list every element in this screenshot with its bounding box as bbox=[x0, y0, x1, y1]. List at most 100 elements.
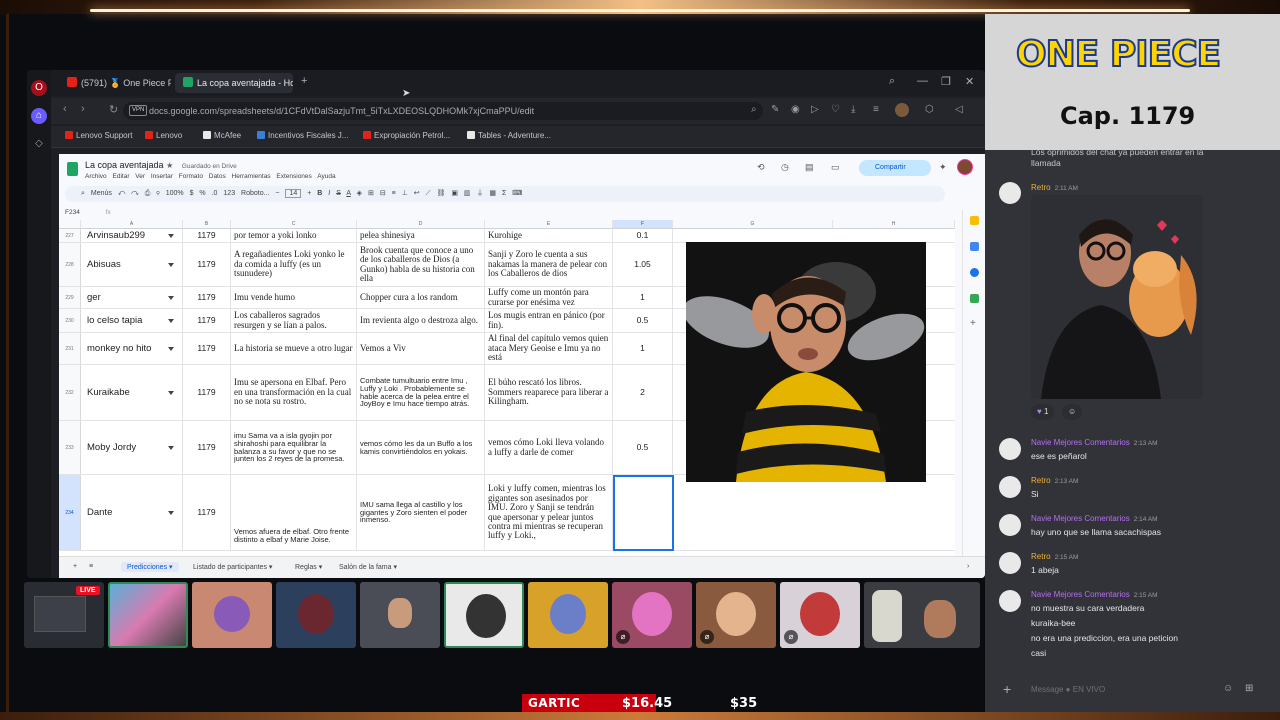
chat-username[interactable]: Retro 2:15 AM bbox=[1031, 552, 1078, 561]
menu-formato[interactable]: Formato bbox=[179, 173, 203, 180]
score-cell[interactable]: 0.5 bbox=[613, 421, 673, 474]
chat-username[interactable]: Navie Mejores Comentarios 2:15 AM bbox=[1031, 590, 1158, 599]
add-sheet-icon[interactable]: + bbox=[73, 563, 77, 570]
column-header[interactable]: C bbox=[231, 220, 357, 229]
tasks-icon[interactable] bbox=[970, 242, 979, 251]
comment-icon[interactable]: ▤ bbox=[805, 162, 814, 173]
prediction-cell[interactable]: pelea shinesiya bbox=[357, 229, 485, 242]
chapter-cell[interactable]: 1179 bbox=[183, 243, 231, 286]
back-icon[interactable]: ‹ bbox=[63, 103, 67, 115]
selected-cell[interactable] bbox=[613, 475, 674, 551]
row-number[interactable]: 228 bbox=[59, 243, 81, 286]
avatar[interactable] bbox=[999, 590, 1021, 612]
text-color-icon[interactable]: A bbox=[346, 190, 350, 197]
forward-icon[interactable]: › bbox=[81, 103, 85, 115]
sheet-tab-predicciones[interactable]: Predicciones ▾ bbox=[121, 562, 179, 572]
sheet-tab-reglas[interactable]: Reglas ▾ bbox=[295, 563, 322, 571]
column-header[interactable]: E bbox=[485, 220, 613, 229]
zoom-select[interactable]: 100% bbox=[166, 190, 184, 197]
prediction-cell[interactable]: Im revienta algo o destroza algo. bbox=[357, 309, 485, 332]
sheets-logo-icon[interactable] bbox=[67, 162, 78, 176]
bookmark-item[interactable]: Expropiación Petrol... bbox=[363, 131, 450, 140]
functions-icon[interactable]: Σ bbox=[502, 190, 506, 197]
opera-logo-icon[interactable]: O bbox=[31, 80, 47, 96]
keep-icon[interactable] bbox=[970, 216, 979, 225]
new-tab-button[interactable]: + bbox=[301, 75, 307, 87]
menu-herramientas[interactable]: Herramientas bbox=[232, 173, 271, 180]
scroll-right-icon[interactable]: › bbox=[967, 563, 969, 570]
fill-color-icon[interactable]: ◈ bbox=[357, 190, 362, 197]
ai-icon[interactable]: ◁ bbox=[955, 104, 963, 115]
prediction-cell[interactable]: por temor a yoki lonko bbox=[231, 229, 357, 242]
chat-username[interactable]: Retro 2:13 AM bbox=[1031, 476, 1078, 485]
bookmark-item[interactable]: Lenovo bbox=[145, 131, 182, 140]
tab-sheets[interactable]: La copa aventajada - Hoj… bbox=[175, 73, 293, 93]
score-cell[interactable]: 1.05 bbox=[613, 243, 673, 286]
chapter-cell[interactable]: 1179 bbox=[183, 229, 231, 242]
dropdown-icon[interactable] bbox=[168, 390, 174, 395]
column-header[interactable]: B bbox=[183, 220, 231, 229]
chapter-cell[interactable]: 1179 bbox=[183, 309, 231, 332]
row-number[interactable]: 227 bbox=[59, 229, 81, 242]
play-icon[interactable]: ▷ bbox=[811, 104, 819, 115]
name-cell[interactable]: monkey no hito bbox=[81, 333, 183, 364]
decimal-icon[interactable]: .0 bbox=[212, 190, 218, 197]
history-icon[interactable]: ◷ bbox=[781, 162, 789, 173]
chapter-cell[interactable]: 1179 bbox=[183, 475, 231, 550]
dropdown-icon[interactable] bbox=[168, 233, 174, 238]
extensions-icon[interactable]: ⬡ bbox=[925, 104, 934, 115]
prediction-cell[interactable]: Imu vende humo bbox=[231, 287, 357, 308]
chat-image[interactable] bbox=[1031, 195, 1203, 399]
prediction-cell[interactable]: Chopper cura a los random bbox=[357, 287, 485, 308]
comment-add-icon[interactable]: ▣ bbox=[451, 190, 458, 197]
row-number[interactable]: 232 bbox=[59, 365, 81, 420]
participant-tile[interactable] bbox=[528, 582, 608, 648]
column-header[interactable]: G bbox=[673, 220, 833, 229]
align-icon[interactable]: ≡ bbox=[392, 190, 396, 197]
font-size-plus[interactable]: + bbox=[307, 190, 311, 197]
participant-tile[interactable]: ⌀ bbox=[612, 582, 692, 648]
sheet-tab-salon[interactable]: Salón de la fama ▾ bbox=[339, 563, 397, 571]
participant-tile[interactable]: ⌀ bbox=[780, 582, 860, 648]
add-reaction-button[interactable]: ☺ bbox=[1062, 404, 1083, 420]
row-number[interactable]: 229 bbox=[59, 287, 81, 308]
prediction-cell[interactable]: Al final del capítulo vemos quien ataca … bbox=[485, 333, 613, 364]
apps-icon[interactable]: ⊞ bbox=[1245, 683, 1253, 694]
link-icon[interactable]: ⛓ bbox=[436, 190, 445, 197]
contacts-icon[interactable] bbox=[970, 268, 979, 277]
bookmark-item[interactable]: Tables - Adventure... bbox=[467, 131, 551, 140]
name-cell[interactable]: lo celso tapia bbox=[81, 309, 183, 332]
menu-insertar[interactable]: Insertar bbox=[151, 173, 173, 180]
participant-tile[interactable]: LIVE bbox=[24, 582, 104, 648]
avatar[interactable] bbox=[999, 514, 1021, 536]
meet-icon[interactable]: ▭ bbox=[831, 162, 840, 173]
participant-tile[interactable]: ⌀ bbox=[696, 582, 776, 648]
avatar[interactable] bbox=[999, 438, 1021, 460]
star-icon[interactable]: ★ bbox=[166, 161, 173, 170]
bookmark-item[interactable]: McAfee bbox=[203, 131, 241, 140]
strikethrough-icon[interactable]: S bbox=[336, 190, 341, 197]
column-header[interactable]: H bbox=[833, 220, 955, 229]
chapter-cell[interactable]: 1179 bbox=[183, 287, 231, 308]
name-cell[interactable]: Abisuas bbox=[81, 243, 183, 286]
score-cell[interactable]: 2 bbox=[613, 365, 673, 420]
prediction-cell[interactable]: IMU sama llega al castillo y los gigante… bbox=[357, 475, 485, 550]
reload-icon[interactable]: ↻ bbox=[109, 103, 118, 116]
row-number[interactable]: 233 bbox=[59, 421, 81, 474]
font-size-field[interactable]: 14 bbox=[285, 189, 302, 198]
bookmark-item[interactable]: Lenovo Support bbox=[65, 131, 133, 140]
name-box[interactable]: F234 fx bbox=[65, 209, 111, 216]
download-icon[interactable]: ⤓ bbox=[851, 104, 855, 115]
format-123-icon[interactable]: 123 bbox=[223, 190, 235, 197]
name-cell[interactable]: Dante bbox=[81, 475, 183, 550]
tab-youtube[interactable]: (5791) 🏅 One Piece POD… bbox=[59, 73, 171, 93]
url-field[interactable]: docs.google.com/spreadsheets/d/1CFdVtDal… bbox=[123, 102, 763, 120]
add-addon-icon[interactable]: + bbox=[970, 318, 976, 329]
activity-icon[interactable]: ⟲ bbox=[757, 162, 765, 173]
dropdown-icon[interactable] bbox=[168, 262, 174, 267]
bookmark-item[interactable]: Incentivos Fiscales J... bbox=[257, 131, 348, 140]
participant-tile[interactable] bbox=[276, 582, 356, 648]
all-sheets-icon[interactable]: ≡ bbox=[89, 563, 93, 570]
prediction-cell[interactable]: A regañadientes Loki yonko le da comida … bbox=[231, 243, 357, 286]
chapter-cell[interactable]: 1179 bbox=[183, 333, 231, 364]
